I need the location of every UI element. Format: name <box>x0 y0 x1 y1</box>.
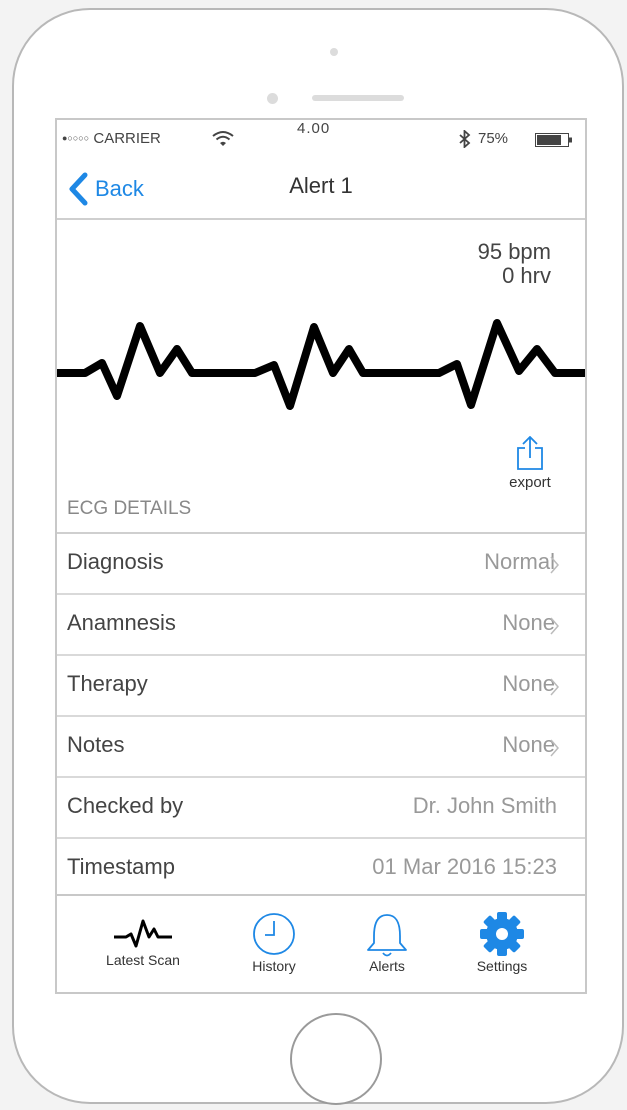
chevron-right-icon <box>550 739 559 757</box>
tab-history[interactable]: History <box>234 912 314 974</box>
tab-alerts[interactable]: Alerts <box>347 912 427 974</box>
bluetooth-icon <box>459 130 471 148</box>
app-screen: ●○○○○ CARRIER 4.00 75% Back Alert 1 95 b… <box>55 118 587 994</box>
row-label: Diagnosis <box>67 549 164 574</box>
battery-percent: 75% <box>478 130 509 147</box>
row-value: None <box>502 671 555 696</box>
row-value: None <box>502 610 555 635</box>
tab-label: History <box>252 958 296 974</box>
row-label: Anamnesis <box>67 610 176 635</box>
detail-row-notes[interactable]: Notes None <box>57 715 585 776</box>
navigation-bar: Back Alert 1 <box>57 160 585 220</box>
tab-label: Alerts <box>369 958 405 974</box>
row-value: None <box>502 732 555 757</box>
earpiece-speaker <box>312 95 404 101</box>
heartbeat-icon <box>114 919 172 948</box>
status-time: 4.00 <box>297 120 331 137</box>
export-label: export <box>509 474 551 491</box>
hrv-value: 0 hrv <box>502 263 551 288</box>
row-value: Dr. John Smith <box>412 793 557 818</box>
export-button[interactable]: export <box>487 436 573 491</box>
bpm-value: 95 bpm <box>477 239 551 264</box>
row-value: Normal <box>484 549 555 574</box>
details-list: Diagnosis Normal Anamnesis None Therapy … <box>57 532 585 898</box>
page-title: Alert 1 <box>289 173 353 198</box>
chevron-right-icon <box>550 556 559 574</box>
row-label: Checked by <box>67 793 184 818</box>
detail-row-timestamp: Timestamp 01 Mar 2016 15:23 <box>57 837 585 898</box>
tab-label: Latest Scan <box>106 952 180 968</box>
share-icon <box>517 436 543 470</box>
detail-row-diagnosis[interactable]: Diagnosis Normal <box>57 532 585 593</box>
chevron-right-icon <box>550 617 559 635</box>
section-header: ECG DETAILS <box>67 498 192 519</box>
ecg-waveform <box>57 308 585 426</box>
row-label: Notes <box>67 732 125 757</box>
row-label: Timestamp <box>67 854 175 879</box>
battery-icon <box>535 133 572 147</box>
row-value: 01 Mar 2016 15:23 <box>372 854 557 879</box>
front-camera <box>330 48 338 56</box>
tab-label: Settings <box>476 958 528 974</box>
clock-icon <box>253 913 295 955</box>
wifi-icon <box>212 131 234 146</box>
detail-row-anamnesis[interactable]: Anamnesis None <box>57 593 585 654</box>
proximity-sensor <box>267 93 278 104</box>
detail-row-therapy[interactable]: Therapy None <box>57 654 585 715</box>
tab-settings[interactable]: Settings <box>462 912 542 974</box>
ecg-trace-icon <box>57 319 585 410</box>
row-label: Therapy <box>67 671 148 696</box>
gear-icon <box>480 912 524 956</box>
detail-row-checked-by: Checked by Dr. John Smith <box>57 776 585 837</box>
status-bar: ●○○○○ CARRIER 4.00 75% <box>57 120 585 160</box>
chevron-right-icon <box>550 678 559 696</box>
carrier-name: CARRIER <box>93 130 161 147</box>
home-button[interactable] <box>290 1013 382 1105</box>
vitals-readout: 95 bpm 0 hrv <box>478 240 551 288</box>
tab-latest-scan[interactable]: Latest Scan <box>93 912 193 968</box>
carrier-indicator: ●○○○○ CARRIER <box>62 130 161 147</box>
ecg-panel: 95 bpm 0 hrv export ECG DETAILS <box>57 220 585 532</box>
tab-bar: Latest Scan History Alerts Settings <box>57 894 585 992</box>
bell-icon <box>367 914 407 957</box>
signal-dots: ●○○○○ <box>62 133 90 143</box>
